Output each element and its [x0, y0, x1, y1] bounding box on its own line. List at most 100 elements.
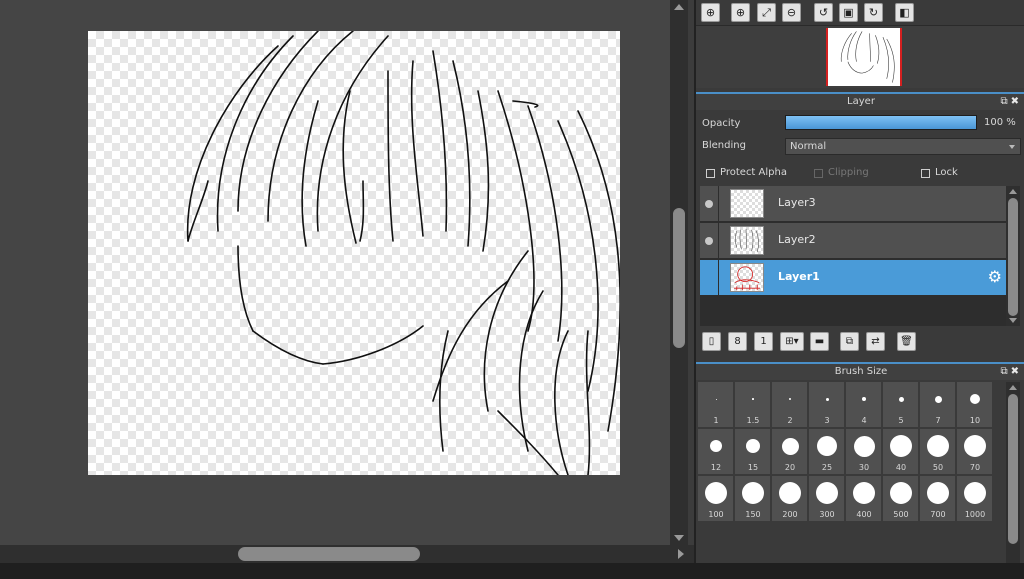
scroll-right-arrow-icon[interactable]	[678, 549, 684, 559]
brush-dot-icon	[890, 482, 912, 504]
scroll-down-arrow-icon[interactable]	[674, 535, 684, 541]
rotate-right-icon[interactable]: ↻	[864, 3, 883, 22]
brush-size-option[interactable]: 10	[957, 382, 993, 428]
checkbox-box[interactable]	[706, 168, 715, 178]
brush-size-option[interactable]: 70	[957, 429, 993, 475]
layer-row-layer2[interactable]: Layer2	[700, 223, 1006, 259]
brush-size-option[interactable]: 40	[883, 429, 919, 475]
layer-toolbar: ▯ 8 1 ⊞▾ ▬ ⧉ ⇄ 🗑	[696, 328, 1024, 356]
brush-size-label: 30	[858, 463, 870, 472]
artboard[interactable]	[88, 31, 620, 475]
brush-dot-icon	[825, 397, 829, 401]
brush-dot-icon	[853, 482, 875, 504]
duplicate-layer-icon[interactable]: ⧉	[840, 332, 859, 351]
brush-size-option[interactable]: 1	[698, 382, 734, 428]
canvas-vertical-scroll-thumb[interactable]	[673, 208, 685, 348]
new-folder-icon[interactable]: ▬	[810, 332, 829, 351]
brush-size-option[interactable]: 400	[846, 476, 882, 522]
status-bar	[0, 563, 1024, 579]
protect-alpha-checkbox[interactable]: Protect Alpha	[706, 166, 787, 180]
blending-select[interactable]: Normal	[785, 138, 1021, 155]
fit-canvas-icon[interactable]: ▣	[839, 3, 858, 22]
brush-dot-icon	[862, 397, 866, 401]
flip-icon[interactable]: ◧	[895, 3, 914, 22]
scroll-up-arrow-icon[interactable]	[674, 4, 684, 10]
brush-size-option[interactable]: 50	[920, 429, 956, 475]
brush-size-option[interactable]: 1000	[957, 476, 993, 522]
opacity-slider[interactable]	[785, 115, 977, 130]
new-1bit-layer-icon[interactable]: 1	[754, 332, 773, 351]
canvas-vertical-scrollbar[interactable]	[670, 0, 688, 545]
checkbox-box[interactable]	[814, 168, 823, 178]
visibility-eye-icon[interactable]	[705, 200, 713, 208]
navigator-thumbnail[interactable]	[826, 28, 902, 86]
scroll-up-arrow-icon[interactable]	[1009, 385, 1017, 390]
fit-window-icon[interactable]: ⤢	[757, 3, 776, 22]
brush-size-option[interactable]: 200	[772, 476, 808, 522]
undock-icon[interactable]: ⧉	[1000, 96, 1010, 107]
brush-size-option[interactable]: 5	[883, 382, 919, 428]
layer-list-scroll-thumb[interactable]	[1008, 198, 1018, 316]
layer-thumbnail	[730, 226, 764, 255]
chevron-down-icon	[1009, 145, 1015, 149]
zoom-reset-icon[interactable]: ⊕	[701, 3, 720, 22]
close-icon[interactable]: ✖	[1011, 366, 1022, 377]
brush-size-option[interactable]: 7	[920, 382, 956, 428]
zoom-out-icon[interactable]: ⊖	[782, 3, 801, 22]
canvas-viewport[interactable]	[0, 0, 670, 545]
brush-size-option[interactable]: 15	[735, 429, 771, 475]
brush-panel-header: Brush Size ⧉✖	[696, 362, 1024, 380]
brush-size-label: 7	[935, 416, 941, 425]
add-layer-menu-icon[interactable]: ⊞▾	[780, 332, 804, 351]
brush-size-option[interactable]: 700	[920, 476, 956, 522]
brush-size-option[interactable]: 3	[809, 382, 845, 428]
brush-size-option[interactable]: 1.5	[735, 382, 771, 428]
brush-size-option[interactable]: 30	[846, 429, 882, 475]
visibility-divider	[718, 223, 719, 259]
brush-dot-icon	[742, 482, 764, 504]
layer-list-scrollbar[interactable]	[1006, 186, 1020, 326]
canvas-horizontal-scroll-thumb[interactable]	[238, 547, 420, 561]
navigator-preview	[840, 31, 895, 83]
brush-size-label: 1.5	[746, 416, 760, 425]
brush-panel-scrollbar[interactable]	[1006, 382, 1020, 563]
brush-size-option[interactable]: 25	[809, 429, 845, 475]
merge-layer-icon[interactable]: ⇄	[866, 332, 885, 351]
brush-size-label: 400	[856, 510, 872, 519]
clipping-checkbox[interactable]: Clipping	[814, 166, 869, 180]
new-8bit-layer-icon[interactable]: 8	[728, 332, 747, 351]
brush-size-option[interactable]: 20	[772, 429, 808, 475]
brush-size-option[interactable]: 300	[809, 476, 845, 522]
canvas-horizontal-scrollbar[interactable]	[0, 545, 688, 563]
brush-size-option[interactable]: 500	[883, 476, 919, 522]
lock-label: Lock	[935, 167, 958, 178]
brush-dot-icon	[934, 395, 942, 403]
brush-size-option[interactable]: 12	[698, 429, 734, 475]
zoom-in-icon[interactable]: ⊕	[731, 3, 750, 22]
rotate-left-icon[interactable]: ↺	[814, 3, 833, 22]
brush-size-option[interactable]: 100	[698, 476, 734, 522]
scroll-down-arrow-icon[interactable]	[1009, 318, 1017, 323]
layer-row-layer3[interactable]: Layer3	[700, 186, 1006, 222]
gear-icon[interactable]: ⚙	[988, 269, 1002, 285]
close-icon[interactable]: ✖	[1011, 96, 1022, 107]
scroll-up-arrow-icon[interactable]	[1009, 189, 1017, 194]
brush-size-label: 1	[713, 416, 719, 425]
undock-icon[interactable]: ⧉	[1000, 366, 1010, 377]
layer-name: Layer3	[778, 196, 816, 209]
navigator-panel[interactable]	[696, 25, 1024, 88]
delete-layer-icon[interactable]: 🗑	[897, 332, 916, 351]
layer-row-layer1[interactable]: Layer1 ⚙	[700, 260, 1006, 296]
checkbox-box[interactable]	[921, 168, 930, 178]
brush-size-option[interactable]: 2	[772, 382, 808, 428]
brush-size-option[interactable]: 150	[735, 476, 771, 522]
brush-size-label: 25	[821, 463, 833, 472]
brush-panel-scroll-thumb[interactable]	[1008, 394, 1018, 544]
brush-size-label: 70	[969, 463, 981, 472]
brush-dot-icon	[927, 435, 949, 457]
brush-size-option[interactable]: 4	[846, 382, 882, 428]
lock-checkbox[interactable]: Lock	[921, 166, 958, 180]
new-layer-icon[interactable]: ▯	[702, 332, 721, 351]
brush-dot-icon	[752, 398, 754, 400]
visibility-eye-icon[interactable]	[705, 237, 713, 245]
